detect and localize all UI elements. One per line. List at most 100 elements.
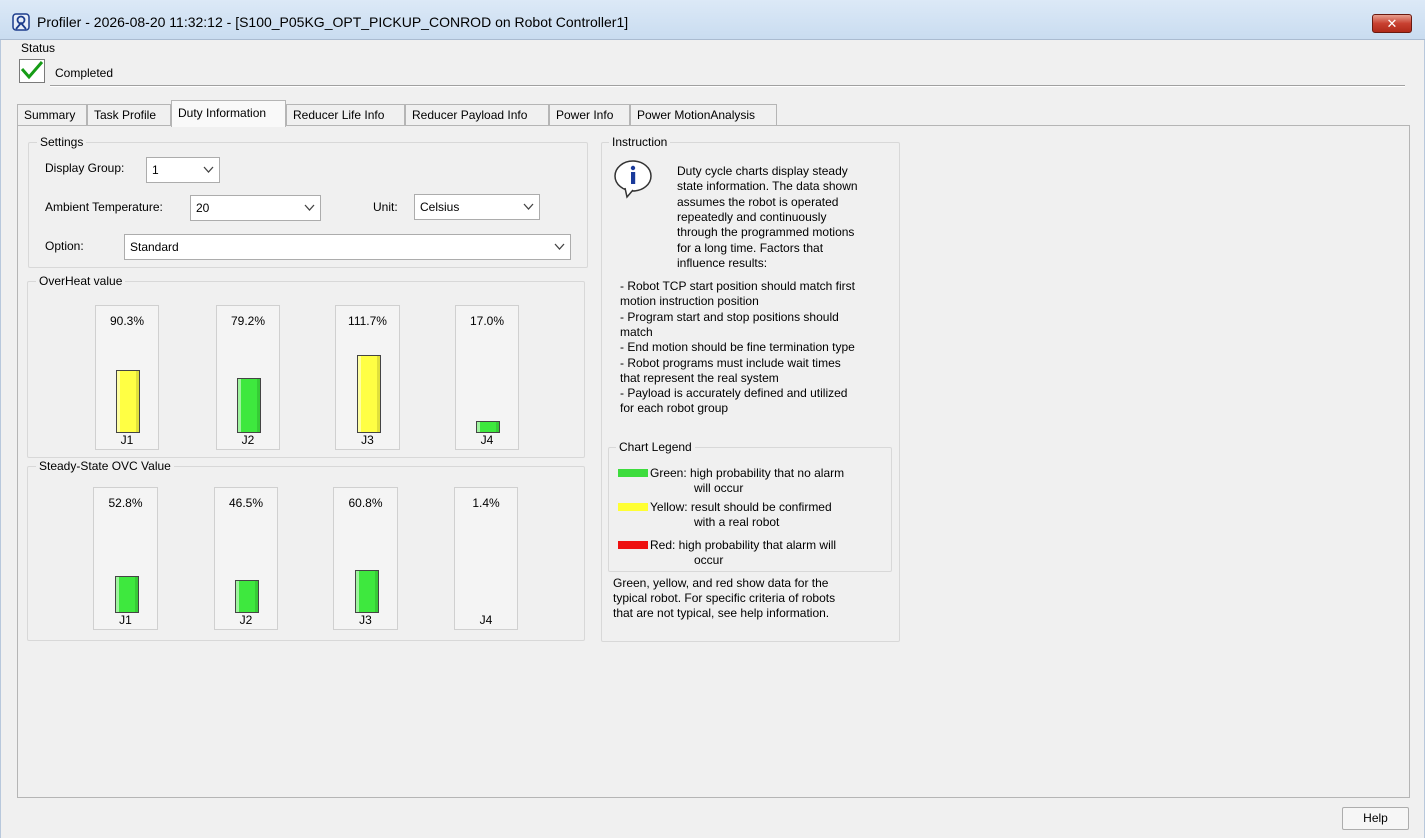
instruction-intro-line: for a long time. Factors that [677, 240, 824, 255]
chevron-down-icon [304, 204, 315, 211]
help-button[interactable]: Help [1342, 807, 1409, 830]
bar-frame-j3: 111.7% J3 [335, 305, 400, 450]
instruction-factor-line: - Robot programs must include wait times [620, 355, 841, 370]
bar-value-label: 90.3% [109, 314, 145, 328]
unit-select[interactable]: Celsius [414, 194, 540, 220]
bar-fill-j4 [476, 421, 500, 433]
legend-swatch [618, 469, 648, 477]
bar-axis-label: J4 [480, 433, 494, 447]
tab-panel: Settings Display Group: 1 Ambient Temper… [17, 125, 1410, 798]
ambient-temp-value: 20 [196, 201, 210, 215]
bar-axis-label: J1 [119, 613, 132, 627]
ambient-temp-label: Ambient Temperature: [45, 200, 163, 214]
tab-power-motion-analysis[interactable]: Power MotionAnalysis [630, 104, 777, 126]
chart-legend-group: Chart Legend Green: high probability tha… [608, 440, 892, 572]
bar-frame-j1: 52.8% J1 [93, 487, 158, 630]
settings-group: Settings Display Group: 1 Ambient Temper… [28, 135, 588, 268]
instruction-footer-line: that are not typical, see help informati… [613, 606, 830, 620]
ovc-group: Steady-State OVC Value 52.8% J1 46.5% J2 60.… [27, 459, 585, 641]
tab-power-info[interactable]: Power Info [549, 104, 630, 126]
instruction-intro-line: repeatedly and continuously [677, 209, 827, 224]
legend-text: will occur [694, 481, 744, 495]
tab-reducer-life-info[interactable]: Reducer Life Info [286, 104, 405, 126]
instruction-factor-line: - End motion should be fine termination … [620, 340, 855, 355]
legend-swatch [618, 541, 648, 549]
bar-axis-label: J3 [359, 613, 372, 627]
chevron-down-icon [554, 243, 565, 250]
bar-axis-label: J2 [239, 613, 253, 627]
bar-fill-j3 [355, 570, 379, 613]
instruction-factor-line: - Payload is accurately defined and util… [620, 386, 848, 401]
bar-frame-j2: 46.5% J2 [214, 487, 278, 630]
bar-fill-j1 [115, 576, 139, 613]
close-button[interactable]: ✕ [1372, 14, 1412, 33]
bar-fill-j2 [237, 378, 261, 433]
option-select[interactable]: Standard [124, 234, 571, 260]
bar-axis-label: J4 [479, 613, 493, 627]
chart-legend-title: Chart Legend [616, 440, 695, 454]
instruction-intro-line: influence results: [677, 255, 768, 270]
bar-value-label: 79.2% [230, 314, 266, 328]
instruction-intro-line: state information. The data shown [677, 179, 858, 194]
bar-value-label: 111.7% [348, 314, 387, 328]
title-bar: Profiler - 2026-08-20 11:32:12 - [S100_P… [0, 0, 1425, 40]
instruction-factor-line: motion instruction position [620, 294, 759, 309]
display-group-label: Display Group: [45, 161, 125, 175]
info-icon [614, 160, 652, 199]
legend-swatch [618, 503, 648, 511]
unit-value: Celsius [420, 200, 460, 214]
bar-frame-j2: 79.2% J2 [216, 305, 280, 450]
bar-fill-j1 [116, 370, 140, 433]
overheat-group: OverHeat value 90.3% J1 79.2% J2 111.7% J3 17.… [27, 274, 585, 458]
instruction-footer-line: Green, yellow, and red show data for the [613, 576, 829, 590]
display-group-select[interactable]: 1 [146, 157, 220, 183]
ambient-temp-select[interactable]: 20 [190, 195, 321, 221]
legend-text: Yellow: result should be confirmed [650, 500, 832, 514]
bar-frame-j4: 17.0% J4 [455, 305, 519, 450]
chevron-down-icon [203, 166, 214, 173]
legend-text: Red: high probability that alarm will [650, 538, 837, 552]
tab-duty-information[interactable]: Duty Information [171, 100, 286, 127]
bar-axis-label: J2 [241, 433, 255, 447]
bar-frame-j1: 90.3% J1 [95, 305, 159, 450]
bar-value-label: 52.8% [108, 496, 143, 510]
instruction-factor-line: - Program start and stop positions shoul… [620, 309, 839, 324]
instruction-factor-line: match [620, 324, 653, 339]
option-value: Standard [130, 240, 179, 254]
legend-text: Green: high probability that no alarm [650, 466, 845, 480]
bar-fill-j3 [357, 355, 381, 433]
instruction-factor-line: - Robot TCP start position should match … [620, 279, 855, 293]
bar-value-label: 60.8% [348, 496, 383, 510]
ovc-title: Steady-State OVC Value [36, 459, 174, 473]
bar-axis-label: J1 [120, 433, 134, 447]
legend-text: with a real robot [694, 515, 780, 529]
status-text: Completed [55, 66, 114, 80]
tab-reducer-payload-info[interactable]: Reducer Payload Info [405, 104, 549, 126]
instruction-factor-line: for each robot group [620, 401, 729, 416]
option-label: Option: [45, 239, 84, 253]
legend-text: occur [694, 553, 724, 567]
instruction-intro-line: assumes the robot is operated [677, 194, 839, 209]
chevron-down-icon [523, 203, 534, 210]
status-label: Status [21, 41, 56, 55]
instruction-factor-line: that represent the real system [620, 370, 779, 385]
tab-task-profile[interactable]: Task Profile [87, 104, 171, 126]
bar-value-label: 46.5% [228, 496, 264, 510]
bar-value-label: 17.0% [469, 314, 505, 328]
settings-title: Settings [37, 135, 87, 149]
overheat-title: OverHeat value [36, 274, 126, 288]
instruction-group: Instruction Duty cycle charts display st… [601, 135, 900, 642]
tab-summary[interactable]: Summary [17, 104, 87, 126]
bar-axis-label: J3 [361, 433, 374, 447]
bar-value-label: 1.4% [472, 496, 500, 510]
bar-frame-j4: 1.4% J4 [454, 487, 518, 630]
app-icon [12, 13, 30, 31]
instruction-intro-line: Duty cycle charts display steady [677, 164, 848, 178]
check-icon [19, 59, 45, 83]
unit-label: Unit: [373, 200, 398, 214]
display-group-value: 1 [152, 163, 159, 177]
window-title: Profiler - 2026-08-20 11:32:12 - [S100_P… [37, 14, 629, 30]
instruction-intro-line: through the programmed motions [677, 225, 855, 240]
instruction-footer-line: typical robot. For specific criteria of … [613, 591, 836, 605]
bar-frame-j3: 60.8% J3 [333, 487, 398, 630]
